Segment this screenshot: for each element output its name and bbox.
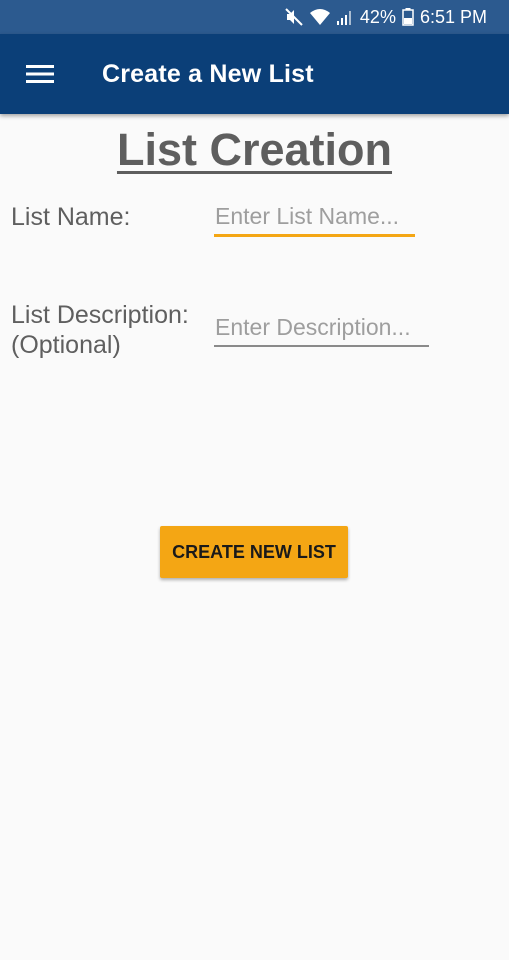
create-new-list-button[interactable]: CREATE NEW LIST — [160, 526, 348, 578]
list-description-label-main: List Description: — [11, 301, 189, 329]
list-name-input[interactable] — [214, 203, 415, 237]
status-bar: 42% 6:51 PM — [0, 0, 509, 34]
page-title: List Creation — [116, 124, 393, 175]
list-description-input[interactable] — [214, 314, 429, 347]
list-name-label: List Name: — [11, 203, 131, 231]
battery-icon — [402, 8, 414, 26]
clock: 6:51 PM — [419, 6, 487, 27]
battery-percent: 42% — [359, 6, 396, 27]
wifi-icon — [309, 8, 330, 26]
app-bar: Create a New List — [0, 34, 509, 114]
mute-icon — [284, 7, 304, 27]
list-description-label-optional: (Optional) — [11, 331, 121, 359]
hamburger-menu-icon[interactable] — [0, 34, 80, 114]
signal-icon — [336, 8, 354, 26]
list-description-label: List Description: (Optional) — [11, 300, 211, 360]
app-bar-title: Create a New List — [102, 59, 314, 88]
